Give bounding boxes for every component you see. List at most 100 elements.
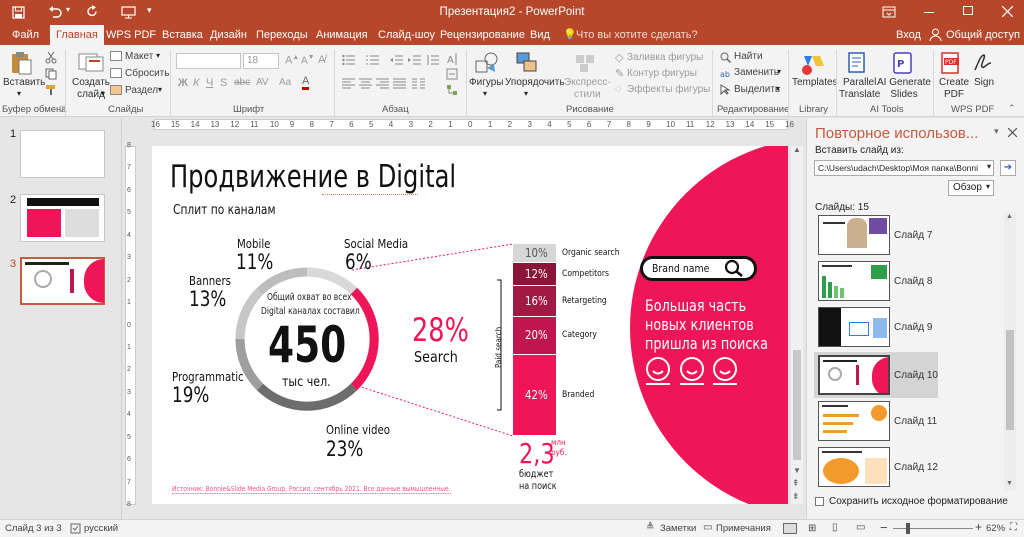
tab-animations[interactable]: Анимация	[310, 25, 374, 45]
ribbon-display-icon[interactable]	[882, 6, 896, 18]
section-button[interactable]: Раздел	[125, 85, 158, 96]
arrange-button[interactable]: Упорядочить	[505, 77, 565, 89]
slide-thumbnail-1[interactable]	[20, 130, 105, 178]
tab-home[interactable]: Главная	[50, 25, 104, 45]
arrange-dropdown-icon[interactable]: ▾	[524, 89, 528, 98]
keep-format-checkbox[interactable]	[815, 497, 824, 506]
reuse-thumb-7[interactable]	[818, 215, 890, 255]
create-pdf-button[interactable]: Create PDF	[939, 77, 969, 101]
decrease-indent-icon[interactable]	[390, 54, 404, 66]
align-right-icon[interactable]	[376, 78, 389, 89]
underline-icon[interactable]: Ч	[206, 77, 213, 89]
font-size-select[interactable]: 18	[243, 53, 279, 69]
columns-icon[interactable]	[412, 78, 425, 89]
comments-button[interactable]: Примечания	[716, 523, 771, 534]
zoom-slider-thumb[interactable]	[906, 523, 910, 534]
tab-review[interactable]: Рецензирование	[434, 25, 531, 45]
align-text-icon[interactable]	[446, 68, 458, 80]
shapes-button[interactable]: Фигуры	[469, 77, 503, 89]
quick-styles-icon[interactable]	[574, 51, 598, 75]
align-left-icon[interactable]	[342, 78, 355, 89]
bold-icon[interactable]: Ж	[178, 77, 188, 89]
next-slide-icon[interactable]: ⇟	[792, 491, 800, 502]
tab-design[interactable]: Дизайн	[204, 25, 253, 45]
slideshow-view-icon[interactable]: ▭	[856, 522, 865, 533]
signin-link[interactable]: Вход	[896, 29, 921, 41]
normal-view-icon[interactable]	[783, 523, 797, 534]
section-dropdown-icon[interactable]: ▾	[158, 85, 162, 94]
bullets-icon[interactable]	[342, 54, 356, 66]
zoom-out-icon[interactable]: −	[880, 520, 888, 535]
pane-options-icon[interactable]: ▾	[994, 126, 999, 137]
line-spacing-icon[interactable]	[426, 54, 440, 66]
templates-icon[interactable]	[798, 52, 826, 76]
smartart-icon[interactable]	[446, 84, 458, 96]
spellcheck-icon[interactable]	[70, 523, 81, 534]
align-center-icon[interactable]	[359, 78, 372, 89]
sign-button[interactable]: Sign	[974, 77, 994, 89]
reset-button[interactable]: Сбросить	[125, 68, 169, 79]
fit-slide-icon[interactable]: ⛶	[1010, 522, 1017, 533]
reuse-thumb-12[interactable]	[818, 447, 890, 487]
notes-button[interactable]: Заметки	[660, 523, 696, 534]
scrollbar-thumb[interactable]	[793, 350, 801, 460]
arrange-icon[interactable]	[515, 51, 539, 75]
tab-wps-pdf[interactable]: WPS PDF	[100, 25, 162, 45]
maximize-button[interactable]	[963, 6, 973, 15]
paste-icon[interactable]	[10, 51, 32, 75]
strikethrough-icon[interactable]: abc	[234, 77, 250, 88]
format-painter-icon[interactable]	[45, 84, 57, 96]
ai-generate-button[interactable]: AI Generate Slides	[877, 77, 931, 101]
zoom-slider-track[interactable]	[893, 528, 973, 529]
scroll-down-icon[interactable]: ▼	[793, 466, 801, 475]
shapes-icon[interactable]	[474, 51, 500, 75]
prev-slide-icon[interactable]: ⇞	[792, 478, 800, 489]
sign-icon[interactable]	[972, 51, 994, 75]
scroll-up-icon[interactable]: ▲	[793, 145, 801, 154]
minimize-button[interactable]	[924, 12, 934, 13]
templates-button[interactable]: Templates	[792, 77, 838, 89]
tab-slideshow[interactable]: Слайд-шоу	[372, 25, 441, 45]
tab-insert[interactable]: Вставка	[156, 25, 209, 45]
shrink-font-icon[interactable]: A▼	[301, 54, 315, 66]
tab-file[interactable]: Файл	[6, 25, 45, 45]
tab-transitions[interactable]: Переходы	[250, 25, 314, 45]
font-color-icon[interactable]: A	[302, 75, 310, 90]
zoom-level[interactable]: 62%	[986, 523, 1005, 534]
cut-icon[interactable]	[45, 52, 57, 64]
reading-view-icon[interactable]: ▯	[832, 522, 838, 533]
reuse-thumb-9[interactable]	[818, 307, 890, 347]
share-button[interactable]: Общий доступ	[946, 29, 1020, 41]
path-input[interactable]: C:\Users\udach\Desktop\Моя папка\Bonni	[814, 160, 994, 176]
find-button[interactable]: Найти	[734, 51, 763, 62]
close-button[interactable]	[1002, 6, 1013, 17]
go-arrow-button[interactable]: ➔	[1000, 160, 1016, 176]
clear-format-icon[interactable]: A̸	[318, 54, 325, 66]
numbering-icon[interactable]	[366, 54, 380, 66]
slide-thumbnail-2[interactable]	[20, 194, 105, 242]
copy-icon[interactable]	[45, 68, 57, 80]
paste-button[interactable]: Вставить	[3, 77, 45, 89]
select-button[interactable]: Выделить	[734, 84, 780, 95]
reuse-thumb-10[interactable]	[818, 355, 890, 395]
language-label[interactable]: русский	[84, 523, 118, 534]
spacing-icon[interactable]: AV	[256, 77, 269, 88]
list-scroll-down-icon[interactable]: ▼	[1006, 480, 1013, 487]
pane-close-icon[interactable]	[1008, 128, 1017, 137]
replace-dropdown-icon[interactable]: ▾	[777, 67, 781, 76]
text-direction-icon[interactable]: A	[446, 52, 458, 66]
reuse-thumb-8[interactable]	[818, 261, 890, 301]
zoom-in-icon[interactable]: +	[975, 520, 982, 534]
sorter-view-icon[interactable]: ⊞	[808, 523, 816, 534]
tab-view[interactable]: Вид	[524, 25, 556, 45]
list-scroll-thumb[interactable]	[1006, 330, 1014, 430]
shape-effects-button[interactable]: Эффекты фигуры	[627, 84, 710, 95]
new-slide-dropdown-icon[interactable]: ▾	[101, 89, 105, 98]
replace-button[interactable]: Заменить	[734, 67, 779, 78]
layout-button[interactable]: Макет	[125, 51, 153, 62]
paste-dropdown-icon[interactable]: ▾	[17, 89, 21, 98]
slide-canvas[interactable]: Продвижение в Digital Сплит по каналам О…	[152, 146, 788, 504]
parallel-translate-button[interactable]: Parallel Translate	[839, 77, 880, 101]
grow-font-icon[interactable]: A▲	[285, 54, 299, 67]
create-pdf-icon[interactable]: PDF	[940, 51, 962, 75]
